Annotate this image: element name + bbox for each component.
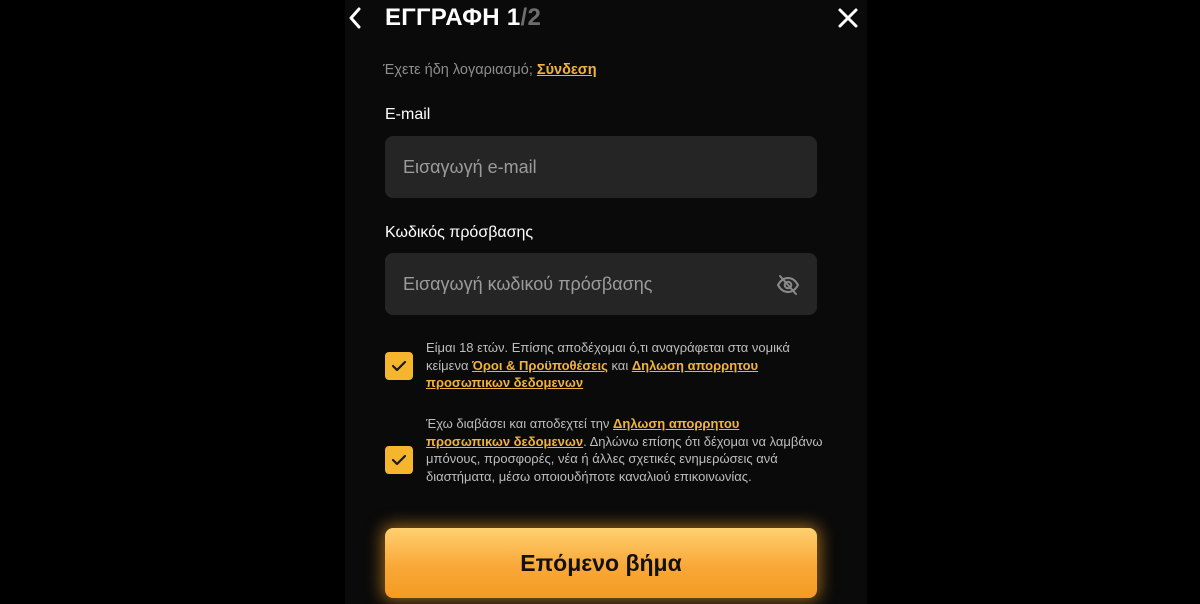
- login-prompt-text: Έχετε ήδη λογαριασμό;: [383, 62, 537, 78]
- login-link[interactable]: Σύνδεση: [537, 62, 597, 78]
- password-visibility-toggle[interactable]: [776, 273, 800, 297]
- next-step-button[interactable]: Επόμενο βήμα: [385, 528, 817, 598]
- email-field[interactable]: [385, 136, 817, 198]
- header: ΕΓΓΡΑΦΗ 1/2: [345, 0, 867, 36]
- close-icon: [838, 8, 858, 28]
- checkmark-icon: [391, 360, 407, 372]
- login-prompt: Έχετε ήδη λογαριασμό; Σύνδεση: [383, 62, 597, 78]
- title-step: ΕΓΓΡΑΦΗ 1: [385, 4, 521, 31]
- marketing-checkbox[interactable]: [385, 446, 413, 474]
- terms-checkbox[interactable]: [385, 352, 413, 380]
- password-label: Κωδικός πρόσβασης: [385, 224, 534, 241]
- chevron-left-icon: [349, 7, 361, 29]
- title-total-steps: /2: [520, 4, 542, 31]
- close-button[interactable]: [835, 5, 861, 31]
- password-field[interactable]: [385, 253, 817, 315]
- back-button[interactable]: [345, 4, 365, 32]
- marketing-consent-text: Έχω διαβάσει και αποδεχτεί την Δηλωση απ…: [426, 415, 826, 485]
- checkmark-icon: [391, 454, 407, 466]
- terms-link[interactable]: Όροι & Προϋποθέσεις: [472, 358, 608, 373]
- registration-panel: ΕΓΓΡΑΦΗ 1/2 Έχετε ήδη λογαριασμό; Σύνδεσ…: [345, 0, 867, 604]
- page-title: ΕΓΓΡΑΦΗ 1/2: [385, 4, 541, 32]
- terms-text-2: και: [607, 357, 632, 373]
- email-label: E-mail: [385, 106, 431, 123]
- terms-consent-text: Είμαι 18 ετών. Επίσης αποδέχομαι ό,τι αν…: [426, 339, 826, 392]
- marketing-text-1: Έχω διαβάσει και αποδεχτεί την: [426, 416, 614, 431]
- eye-off-icon: [776, 275, 800, 295]
